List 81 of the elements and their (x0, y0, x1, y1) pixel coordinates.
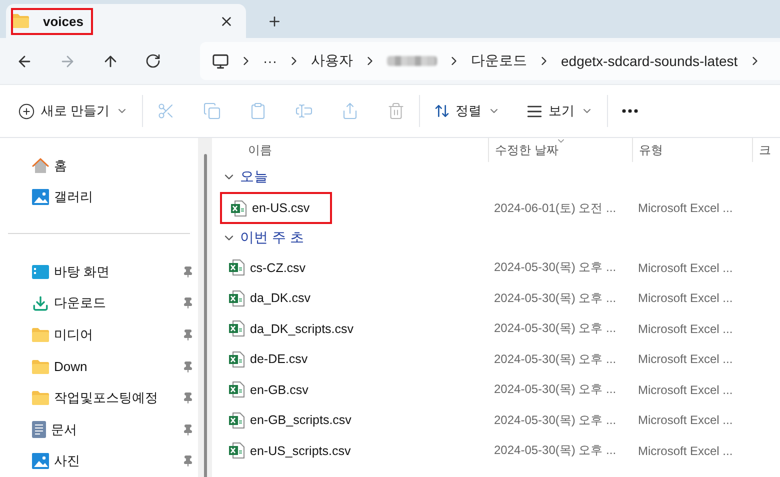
sidebar-item[interactable]: 바탕 화면 (32, 256, 198, 288)
file-type: Microsoft Excel ... (637, 413, 734, 428)
file-type: Microsoft Excel ... (637, 291, 734, 306)
sidebar-item[interactable]: 홈 (32, 150, 198, 182)
tab[interactable]: voices (6, 4, 246, 38)
file-type: Microsoft Excel ... (637, 382, 734, 397)
file-name[interactable]: en-GB.csv (250, 382, 308, 397)
file-name[interactable]: de-DE.csv (250, 352, 308, 366)
file-name[interactable]: da_DK_scripts.csv (250, 322, 354, 336)
sidebar-item[interactable]: 작업및포스팅예정 (32, 382, 198, 414)
house-icon (32, 158, 49, 174)
sidebar-item[interactable]: 다운로드 (32, 288, 198, 320)
column-header[interactable]: 유형 (632, 138, 752, 162)
file-type: Microsoft Excel ... (637, 201, 734, 215)
sort-button[interactable]: 정렬 (434, 102, 500, 120)
sidebar-item[interactable]: Down (32, 350, 198, 382)
download-icon (32, 294, 49, 312)
sidebar-item[interactable]: 문서 (32, 414, 198, 446)
rename-icon (294, 102, 313, 120)
modified-date: 2024-05-30(목) 오후 ... (493, 320, 618, 338)
spreadsheet-file-icon (228, 320, 245, 338)
file-name[interactable]: cs-CZ.csv (250, 260, 306, 275)
new-button[interactable]: 새로 만들기 (18, 102, 128, 120)
sidebar-item[interactable]: 미디어 (32, 319, 198, 351)
sort-icon (434, 103, 450, 119)
tab-title: voices (11, 8, 94, 34)
group-header[interactable]: 오늘 (218, 162, 780, 192)
plus-circle-icon (18, 102, 35, 120)
cut-icon (156, 102, 175, 120)
folder-icon (32, 360, 49, 374)
modified-date: 2024-06-01(토) 오전 ... (493, 200, 618, 216)
modified-date: 2024-05-30(목) 오후 ... (493, 350, 618, 368)
modified-date: 2024-05-30(목) 오후 ... (493, 412, 618, 429)
spreadsheet-file-icon (228, 259, 245, 276)
modified-date: 2024-05-30(목) 오후 ... (493, 442, 618, 460)
folder-icon (12, 14, 29, 28)
breadcrumb-item[interactable]: edgetx-sdcard-sounds-latest (561, 53, 738, 69)
file-name[interactable]: en-US_scripts.csv (250, 444, 351, 458)
spreadsheet-file-icon (228, 350, 245, 368)
modified-date: 2024-05-30(목) 오후 ... (493, 259, 618, 276)
plus-icon (266, 14, 282, 28)
folder-icon (32, 391, 49, 406)
spreadsheet-file-icon (230, 200, 247, 216)
breadcrumb-item[interactable]: 사용자 (311, 52, 353, 70)
sidebar-item[interactable]: 사진 (32, 445, 198, 477)
view-button[interactable]: 보기 (526, 102, 593, 120)
file-type: Microsoft Excel ... (637, 352, 734, 366)
file-name[interactable]: da_DK.csv (250, 291, 310, 306)
more-button[interactable] (622, 109, 638, 113)
modified-date: 2024-05-30(목) 오후 ... (493, 290, 618, 307)
spreadsheet-file-icon (228, 442, 245, 460)
spreadsheet-file-icon (228, 381, 245, 398)
file-type: Microsoft Excel ... (637, 444, 734, 458)
refresh-icon (145, 53, 161, 69)
desktop-icon (32, 264, 49, 279)
document-icon (32, 421, 46, 438)
modified-date: 2024-05-30(목) 오후 ... (493, 381, 618, 398)
column-header[interactable]: 수정한 날짜 (488, 138, 632, 162)
breadcrumb-item[interactable]: 다운로드 (471, 52, 527, 70)
file-type: Microsoft Excel ... (637, 322, 734, 336)
spreadsheet-file-icon (228, 412, 245, 429)
delete-icon (386, 102, 405, 120)
folder-icon (32, 328, 49, 342)
image-icon (32, 189, 49, 206)
image-icon (32, 453, 49, 470)
scrollbar[interactable] (198, 138, 212, 477)
share-icon (340, 102, 359, 120)
redacted-text (387, 56, 437, 66)
paste-icon (248, 102, 267, 120)
group-header[interactable]: 이번 주 초 (218, 222, 780, 252)
refresh-button[interactable] (145, 52, 161, 70)
column-header[interactable]: 이름 (218, 138, 488, 162)
computer-icon[interactable] (212, 52, 229, 70)
copy-icon (202, 102, 221, 120)
column-header[interactable]: 크 (752, 138, 780, 162)
file-name[interactable]: en-GB_scripts.csv (250, 413, 352, 428)
more-icon (622, 109, 638, 113)
spreadsheet-file-icon (228, 290, 245, 307)
file-type: Microsoft Excel ... (637, 260, 734, 275)
sidebar-item[interactable]: 갤러리 (32, 182, 198, 214)
breadcrumb-item[interactable]: ··· (263, 53, 277, 69)
